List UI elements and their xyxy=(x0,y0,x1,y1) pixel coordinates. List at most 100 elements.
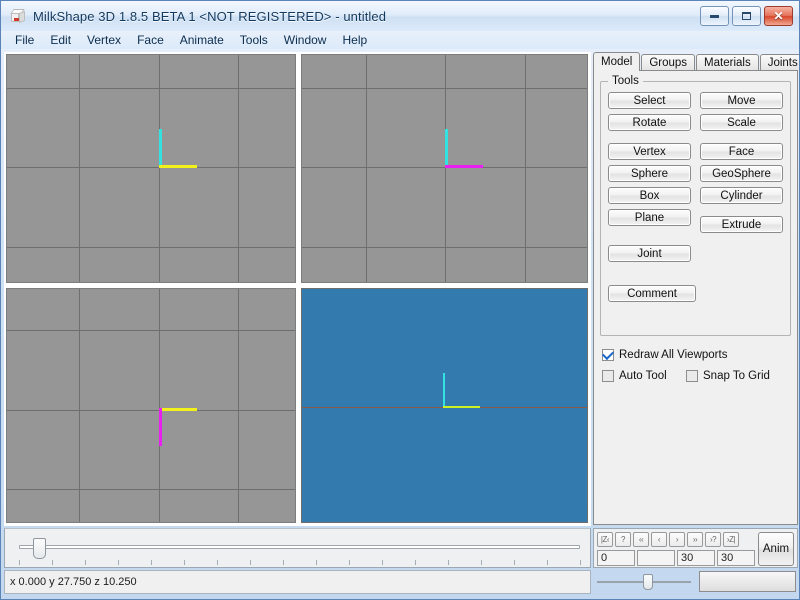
viewport-front-canvas[interactable] xyxy=(6,54,296,283)
grid-lines xyxy=(302,55,587,282)
viewport-side[interactable] xyxy=(299,52,591,286)
prev-key-button[interactable]: ? xyxy=(615,532,631,547)
timeline-tick xyxy=(250,560,251,565)
panel-tabs: Model Groups Materials Joints xyxy=(593,52,799,71)
snap-to-grid-checkbox[interactable] xyxy=(686,370,698,382)
move-button[interactable]: Move xyxy=(700,92,783,109)
y-axis-gizmo xyxy=(159,129,162,167)
redraw-all-viewports-label: Redraw All Viewports xyxy=(619,349,728,361)
maximize-icon xyxy=(742,12,751,20)
cylinder-button[interactable]: Cylinder xyxy=(700,187,783,204)
timeline-tick xyxy=(85,560,86,565)
sphere-button[interactable]: Sphere xyxy=(608,165,691,182)
timeline-tick xyxy=(580,560,581,565)
viewport-3d[interactable] xyxy=(299,286,591,526)
fps-field[interactable]: 30 xyxy=(717,550,755,566)
timeline-tick xyxy=(151,560,152,565)
redraw-all-viewports-row[interactable]: Redraw All Viewports xyxy=(602,349,727,361)
menu-animate[interactable]: Animate xyxy=(172,32,232,48)
fast-forward-button[interactable]: ›› xyxy=(687,532,703,547)
viewport-3d-canvas[interactable] xyxy=(301,288,588,523)
milkshape-main-window: MilkShape 3D 1.8.5 BETA 1 <NOT REGISTERE… xyxy=(0,0,800,600)
timeline-slider[interactable] xyxy=(19,538,580,559)
tab-materials[interactable]: Materials xyxy=(696,54,759,71)
progress-panel xyxy=(699,571,796,592)
select-button[interactable]: Select xyxy=(608,92,691,109)
grid-lines xyxy=(7,289,295,522)
tab-joints[interactable]: Joints xyxy=(759,54,799,71)
total-frames-field[interactable]: 30 xyxy=(677,550,715,566)
grid-lines xyxy=(7,55,295,282)
title-bar[interactable]: MilkShape 3D 1.8.5 BETA 1 <NOT REGISTERE… xyxy=(1,1,799,31)
timeline-strip xyxy=(4,528,591,568)
tools-groupbox: Tools Select Move Rotate Scale Vertex Fa… xyxy=(600,75,791,336)
current-frame-field[interactable]: 0 xyxy=(597,550,635,566)
auto-tool-checkbox[interactable] xyxy=(602,370,614,382)
model-tab-body: Tools Select Move Rotate Scale Vertex Fa… xyxy=(593,70,798,525)
anim-toggle-button[interactable]: Anim xyxy=(758,532,794,566)
menu-edit[interactable]: Edit xyxy=(42,32,79,48)
menu-file[interactable]: File xyxy=(9,32,42,48)
viewport-container xyxy=(4,52,591,526)
tab-groups[interactable]: Groups xyxy=(641,54,696,71)
tab-model[interactable]: Model xyxy=(593,52,641,71)
go-to-end-key-button[interactable]: ›Z| xyxy=(723,532,739,547)
timeline-ticks xyxy=(19,560,581,565)
close-icon: ✕ xyxy=(773,9,784,23)
rewind-button[interactable]: ‹‹ xyxy=(633,532,649,547)
viewport-front[interactable] xyxy=(4,52,299,286)
plane-button[interactable]: Plane xyxy=(608,209,691,226)
viewport-top[interactable] xyxy=(4,286,299,526)
close-button[interactable]: ✕ xyxy=(764,6,793,26)
timeline-tick xyxy=(481,560,482,565)
auto-tool-row[interactable]: Auto Tool xyxy=(602,370,667,382)
menu-bar: File Edit Vertex Face Animate Tools Wind… xyxy=(1,31,799,49)
menu-vertex[interactable]: Vertex xyxy=(79,32,129,48)
viewport-side-canvas[interactable] xyxy=(301,54,588,283)
auto-tool-label: Auto Tool xyxy=(619,370,667,382)
transport-controls: |Z‹ ? ‹‹ ‹ › ›› ›? ›Z| xyxy=(597,532,739,547)
menu-window[interactable]: Window xyxy=(276,32,335,48)
y-axis-gizmo xyxy=(445,129,448,167)
extrude-button[interactable]: Extrude xyxy=(700,216,783,233)
tool-panel: Model Groups Materials Joints Tools Sele… xyxy=(593,52,799,526)
geosphere-button[interactable]: GeoSphere xyxy=(700,165,783,182)
zoom-slider[interactable] xyxy=(595,573,693,591)
timeline-tick xyxy=(547,560,548,565)
step-forward-button[interactable]: › xyxy=(669,532,685,547)
menu-help[interactable]: Help xyxy=(334,32,375,48)
animation-toolbar: |Z‹ ? ‹‹ ‹ › ›› ›? ›Z| 0 30 30 Anim xyxy=(593,528,798,568)
timeline-tick xyxy=(316,560,317,565)
step-back-button[interactable]: ‹ xyxy=(651,532,667,547)
snap-to-grid-label: Snap To Grid xyxy=(703,370,770,382)
maximize-button[interactable] xyxy=(732,6,761,26)
timeline-tick xyxy=(513,560,515,565)
menu-tools[interactable]: Tools xyxy=(232,32,276,48)
face-button[interactable]: Face xyxy=(700,143,783,160)
box-button[interactable]: Box xyxy=(608,187,691,204)
zoom-slider-thumb[interactable] xyxy=(643,574,653,590)
z-axis-gizmo xyxy=(445,165,483,168)
timeline-tick xyxy=(118,560,119,565)
timeline-tick xyxy=(217,560,218,565)
timeline-thumb[interactable] xyxy=(33,538,46,559)
joint-button[interactable]: Joint xyxy=(608,245,691,262)
scale-button[interactable]: Scale xyxy=(700,114,783,131)
cube-icon xyxy=(10,8,27,25)
z-axis-gizmo xyxy=(159,408,162,446)
next-key-button[interactable]: ›? xyxy=(705,532,721,547)
x-axis-gizmo xyxy=(159,408,197,411)
minimize-button[interactable] xyxy=(700,6,729,26)
timeline-tick xyxy=(382,560,383,565)
menu-face[interactable]: Face xyxy=(129,32,172,48)
redraw-all-viewports-checkbox[interactable] xyxy=(602,349,614,361)
keyframe-field[interactable] xyxy=(637,550,675,566)
status-bar: x 0.000 y 27.750 z 10.250 xyxy=(4,570,591,594)
comment-button[interactable]: Comment xyxy=(608,285,696,302)
rotate-button[interactable]: Rotate xyxy=(608,114,691,131)
vertex-button[interactable]: Vertex xyxy=(608,143,691,160)
y-axis-gizmo xyxy=(443,373,445,408)
snap-to-grid-row[interactable]: Snap To Grid xyxy=(686,370,770,382)
viewport-top-canvas[interactable] xyxy=(6,288,296,523)
go-to-start-key-button[interactable]: |Z‹ xyxy=(597,532,613,547)
